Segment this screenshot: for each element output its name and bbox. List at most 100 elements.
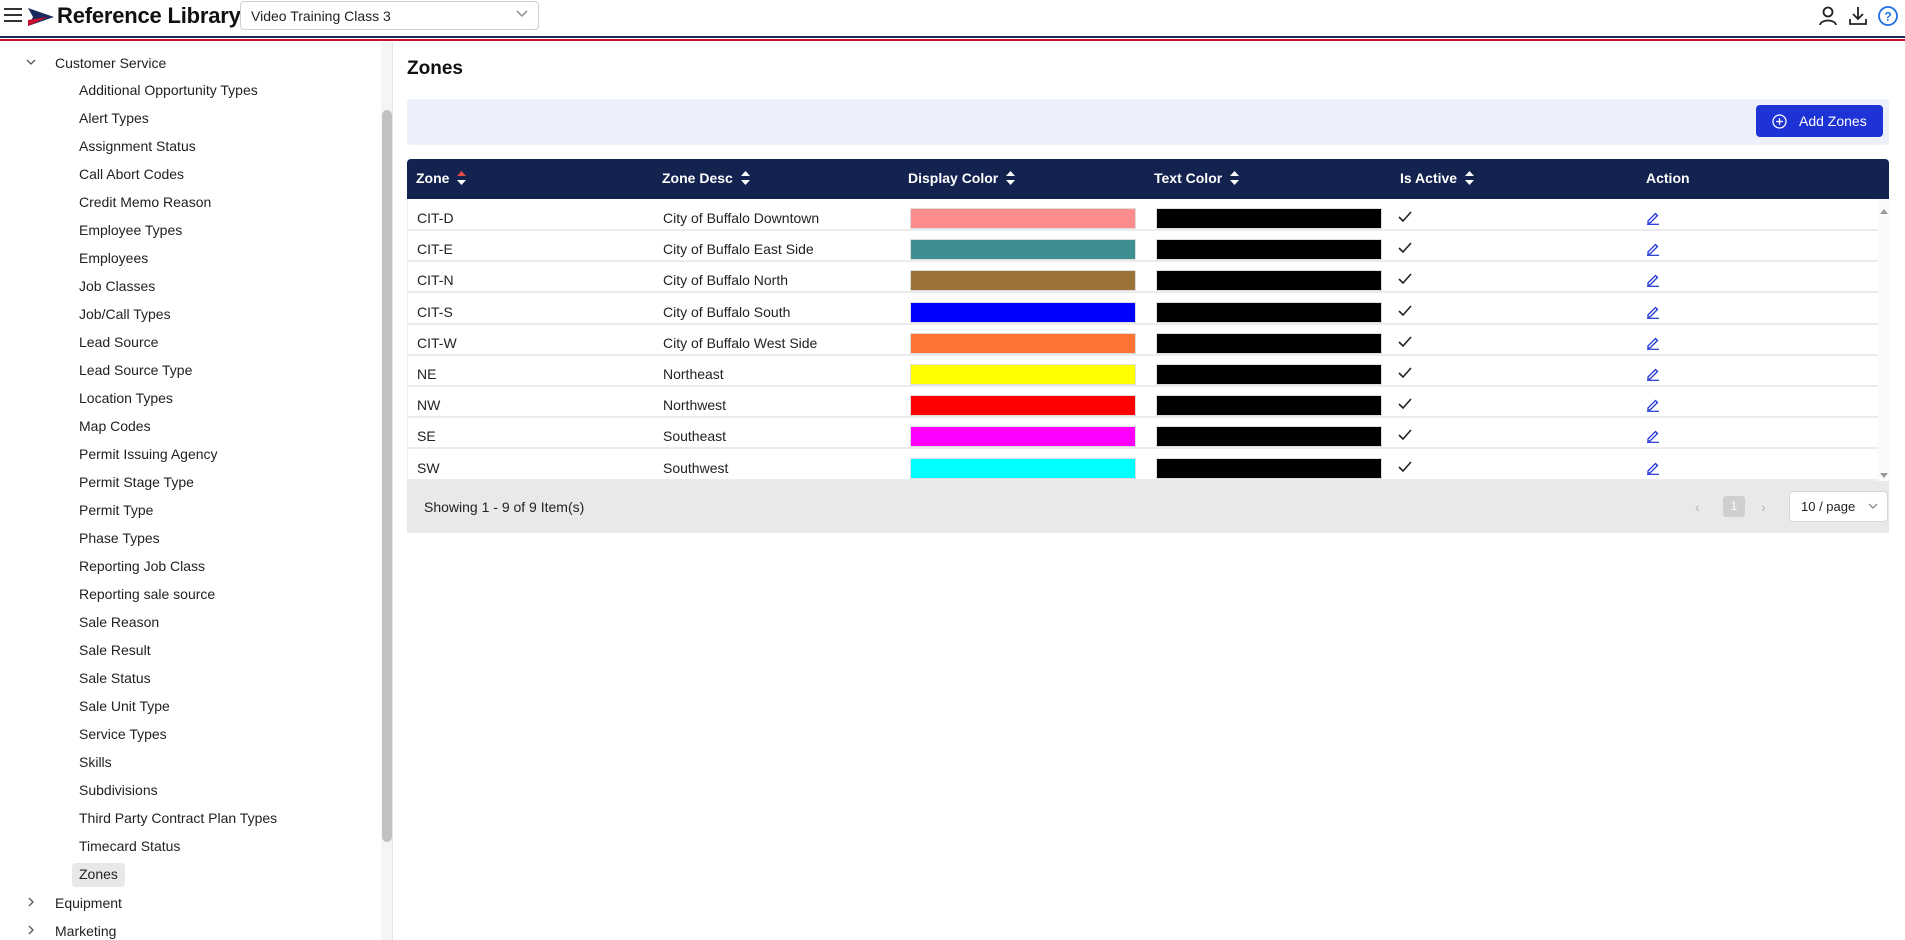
column-header-is-active[interactable]: Is Active [1400, 170, 1475, 186]
zone-cell: CIT-N [417, 272, 454, 289]
zone-desc-cell: City of Buffalo Downtown [663, 210, 820, 226]
check-icon [1398, 367, 1412, 379]
sidebar-item-third-party-contract-plan-types[interactable]: Third Party Contract Plan Types [72, 807, 284, 831]
display-color-swatch [910, 395, 1136, 417]
sidebar-item-skills[interactable]: Skills [72, 751, 119, 775]
display-color-swatch [910, 270, 1136, 292]
top-header: Reference Library Video Training Class 3… [0, 0, 1905, 41]
column-header-text-color[interactable]: Text Color [1154, 170, 1240, 186]
sidebar-item-map-codes[interactable]: Map Codes [72, 415, 158, 439]
column-header-zone[interactable]: Zone [416, 170, 467, 186]
text-color-swatch [1156, 270, 1382, 292]
chevron-down-icon [26, 59, 36, 65]
sidebar-item-sale-reason[interactable]: Sale Reason [72, 611, 166, 635]
sidebar-item-phase-types[interactable]: Phase Types [72, 527, 167, 551]
sidebar-item-job-classes[interactable]: Job Classes [72, 275, 162, 299]
page-number-button[interactable]: 1 [1723, 496, 1745, 517]
sidebar-item-zones[interactable]: Zones [72, 863, 125, 887]
grid-toolbar: Add Zones [407, 99, 1889, 145]
check-icon [1398, 305, 1412, 316]
sidebar-item-lead-source-type[interactable]: Lead Source Type [72, 359, 199, 383]
sidebar-item-permit-type[interactable]: Permit Type [72, 499, 160, 523]
display-color-swatch [910, 332, 1136, 354]
sidebar-item-lead-source[interactable]: Lead Source [72, 331, 165, 355]
sidebar-group-customer-service[interactable]: Customer Service [0, 51, 380, 77]
text-color-swatch [1156, 457, 1382, 479]
edit-icon[interactable] [1646, 461, 1660, 475]
sidebar-item-alert-types[interactable]: Alert Types [72, 107, 156, 131]
header-stripe-red [0, 39, 1905, 41]
sidebar-item-location-types[interactable]: Location Types [72, 387, 180, 411]
column-header-zone-desc[interactable]: Zone Desc [662, 170, 750, 186]
sidebar-item-employees[interactable]: Employees [72, 247, 155, 271]
page-size-select[interactable]: 10 / page [1789, 491, 1888, 522]
zone-cell: NW [417, 397, 441, 414]
sidebar-item-sale-unit-type[interactable]: Sale Unit Type [72, 695, 177, 719]
edit-icon[interactable] [1646, 367, 1660, 381]
sidebar-item-permit-issuing-agency[interactable]: Permit Issuing Agency [72, 443, 225, 467]
sidebar-item-reporting-sale-source[interactable]: Reporting sale source [72, 583, 222, 607]
sidebar-item-job-call-types[interactable]: Job/Call Types [72, 303, 178, 327]
page-size-value: 10 / page [1801, 499, 1856, 514]
edit-icon[interactable] [1646, 273, 1660, 288]
add-zones-label: Add Zones [1799, 113, 1867, 129]
chevron-down-icon [1868, 503, 1878, 509]
edit-icon[interactable] [1646, 211, 1660, 225]
app-title: Reference Library [57, 3, 241, 28]
chevron-right-icon [28, 925, 34, 935]
edit-icon[interactable] [1646, 336, 1660, 350]
zone-desc-cell: City of Buffalo South [663, 303, 791, 320]
sidebar-item-permit-stage-type[interactable]: Permit Stage Type [72, 471, 201, 495]
sidebar-item-credit-memo-reason[interactable]: Credit Memo Reason [72, 191, 218, 215]
column-header-action: Action [1646, 170, 1690, 186]
sidebar-item-timecard-status[interactable]: Timecard Status [72, 835, 187, 859]
sort-icon [1006, 171, 1016, 186]
previous-page-icon[interactable]: ‹ [1695, 499, 1707, 515]
grid-header: Zone Zone Desc Display Color Text Color … [407, 159, 1889, 199]
zone-cell: SW [417, 459, 440, 476]
zone-desc-cell: Northwest [663, 397, 727, 414]
display-color-swatch [910, 426, 1136, 448]
sidebar-item-employee-types[interactable]: Employee Types [72, 219, 189, 243]
check-icon [1398, 336, 1412, 347]
sidebar-item-reporting-job-class[interactable]: Reporting Job Class [72, 555, 212, 579]
display-color-swatch [910, 239, 1136, 261]
svg-text:?: ? [1884, 10, 1891, 24]
next-page-icon[interactable]: › [1761, 499, 1773, 515]
display-color-swatch [910, 364, 1136, 385]
display-color-swatch [910, 301, 1136, 323]
sidebar-item-sale-status[interactable]: Sale Status [72, 667, 158, 691]
table-row: NE Northeast [408, 361, 1878, 387]
zone-cell: CIT-E [417, 241, 453, 258]
edit-icon[interactable] [1646, 242, 1660, 257]
account-select[interactable]: Video Training Class 3 [240, 1, 539, 30]
zone-cell: CIT-D [417, 210, 454, 226]
edit-icon[interactable] [1646, 305, 1660, 319]
zones-grid: Zone Zone Desc Display Color Text Color … [407, 159, 1890, 533]
sidebar-item-additional-opportunity-types[interactable]: Additional Opportunity Types [72, 79, 265, 103]
sidebar-item-sale-result[interactable]: Sale Result [72, 639, 158, 663]
sidebar-item-subdivisions[interactable]: Subdivisions [72, 779, 165, 803]
sidebar-group-marketing[interactable]: Marketing [0, 919, 380, 940]
edit-icon[interactable] [1646, 398, 1660, 413]
text-color-swatch [1156, 208, 1382, 229]
help-icon[interactable]: ? [1877, 5, 1899, 27]
sidebar-item-service-types[interactable]: Service Types [72, 723, 174, 747]
table-row: CIT-N City of Buffalo North [408, 267, 1878, 294]
column-header-display-color[interactable]: Display Color [908, 170, 1016, 186]
table-row: CIT-S City of Buffalo South [408, 299, 1878, 325]
sidebar-group-equipment[interactable]: Equipment [0, 891, 380, 917]
user-icon[interactable] [1817, 5, 1839, 27]
scroll-arrows-icon [1880, 209, 1888, 478]
edit-icon[interactable] [1646, 429, 1660, 444]
zone-cell: CIT-S [417, 303, 453, 320]
hamburger-menu-icon[interactable] [4, 6, 24, 26]
download-icon[interactable] [1847, 5, 1869, 27]
sidebar-scrollbar-thumb[interactable] [382, 110, 392, 842]
chevron-right-icon [28, 897, 34, 907]
sidebar-item-call-abort-codes[interactable]: Call Abort Codes [72, 163, 191, 187]
add-zones-button[interactable]: Add Zones [1756, 105, 1883, 137]
sidebar-item-assignment-status[interactable]: Assignment Status [72, 135, 203, 159]
grid-scrollbar[interactable] [1878, 199, 1890, 481]
text-color-swatch [1156, 239, 1382, 261]
